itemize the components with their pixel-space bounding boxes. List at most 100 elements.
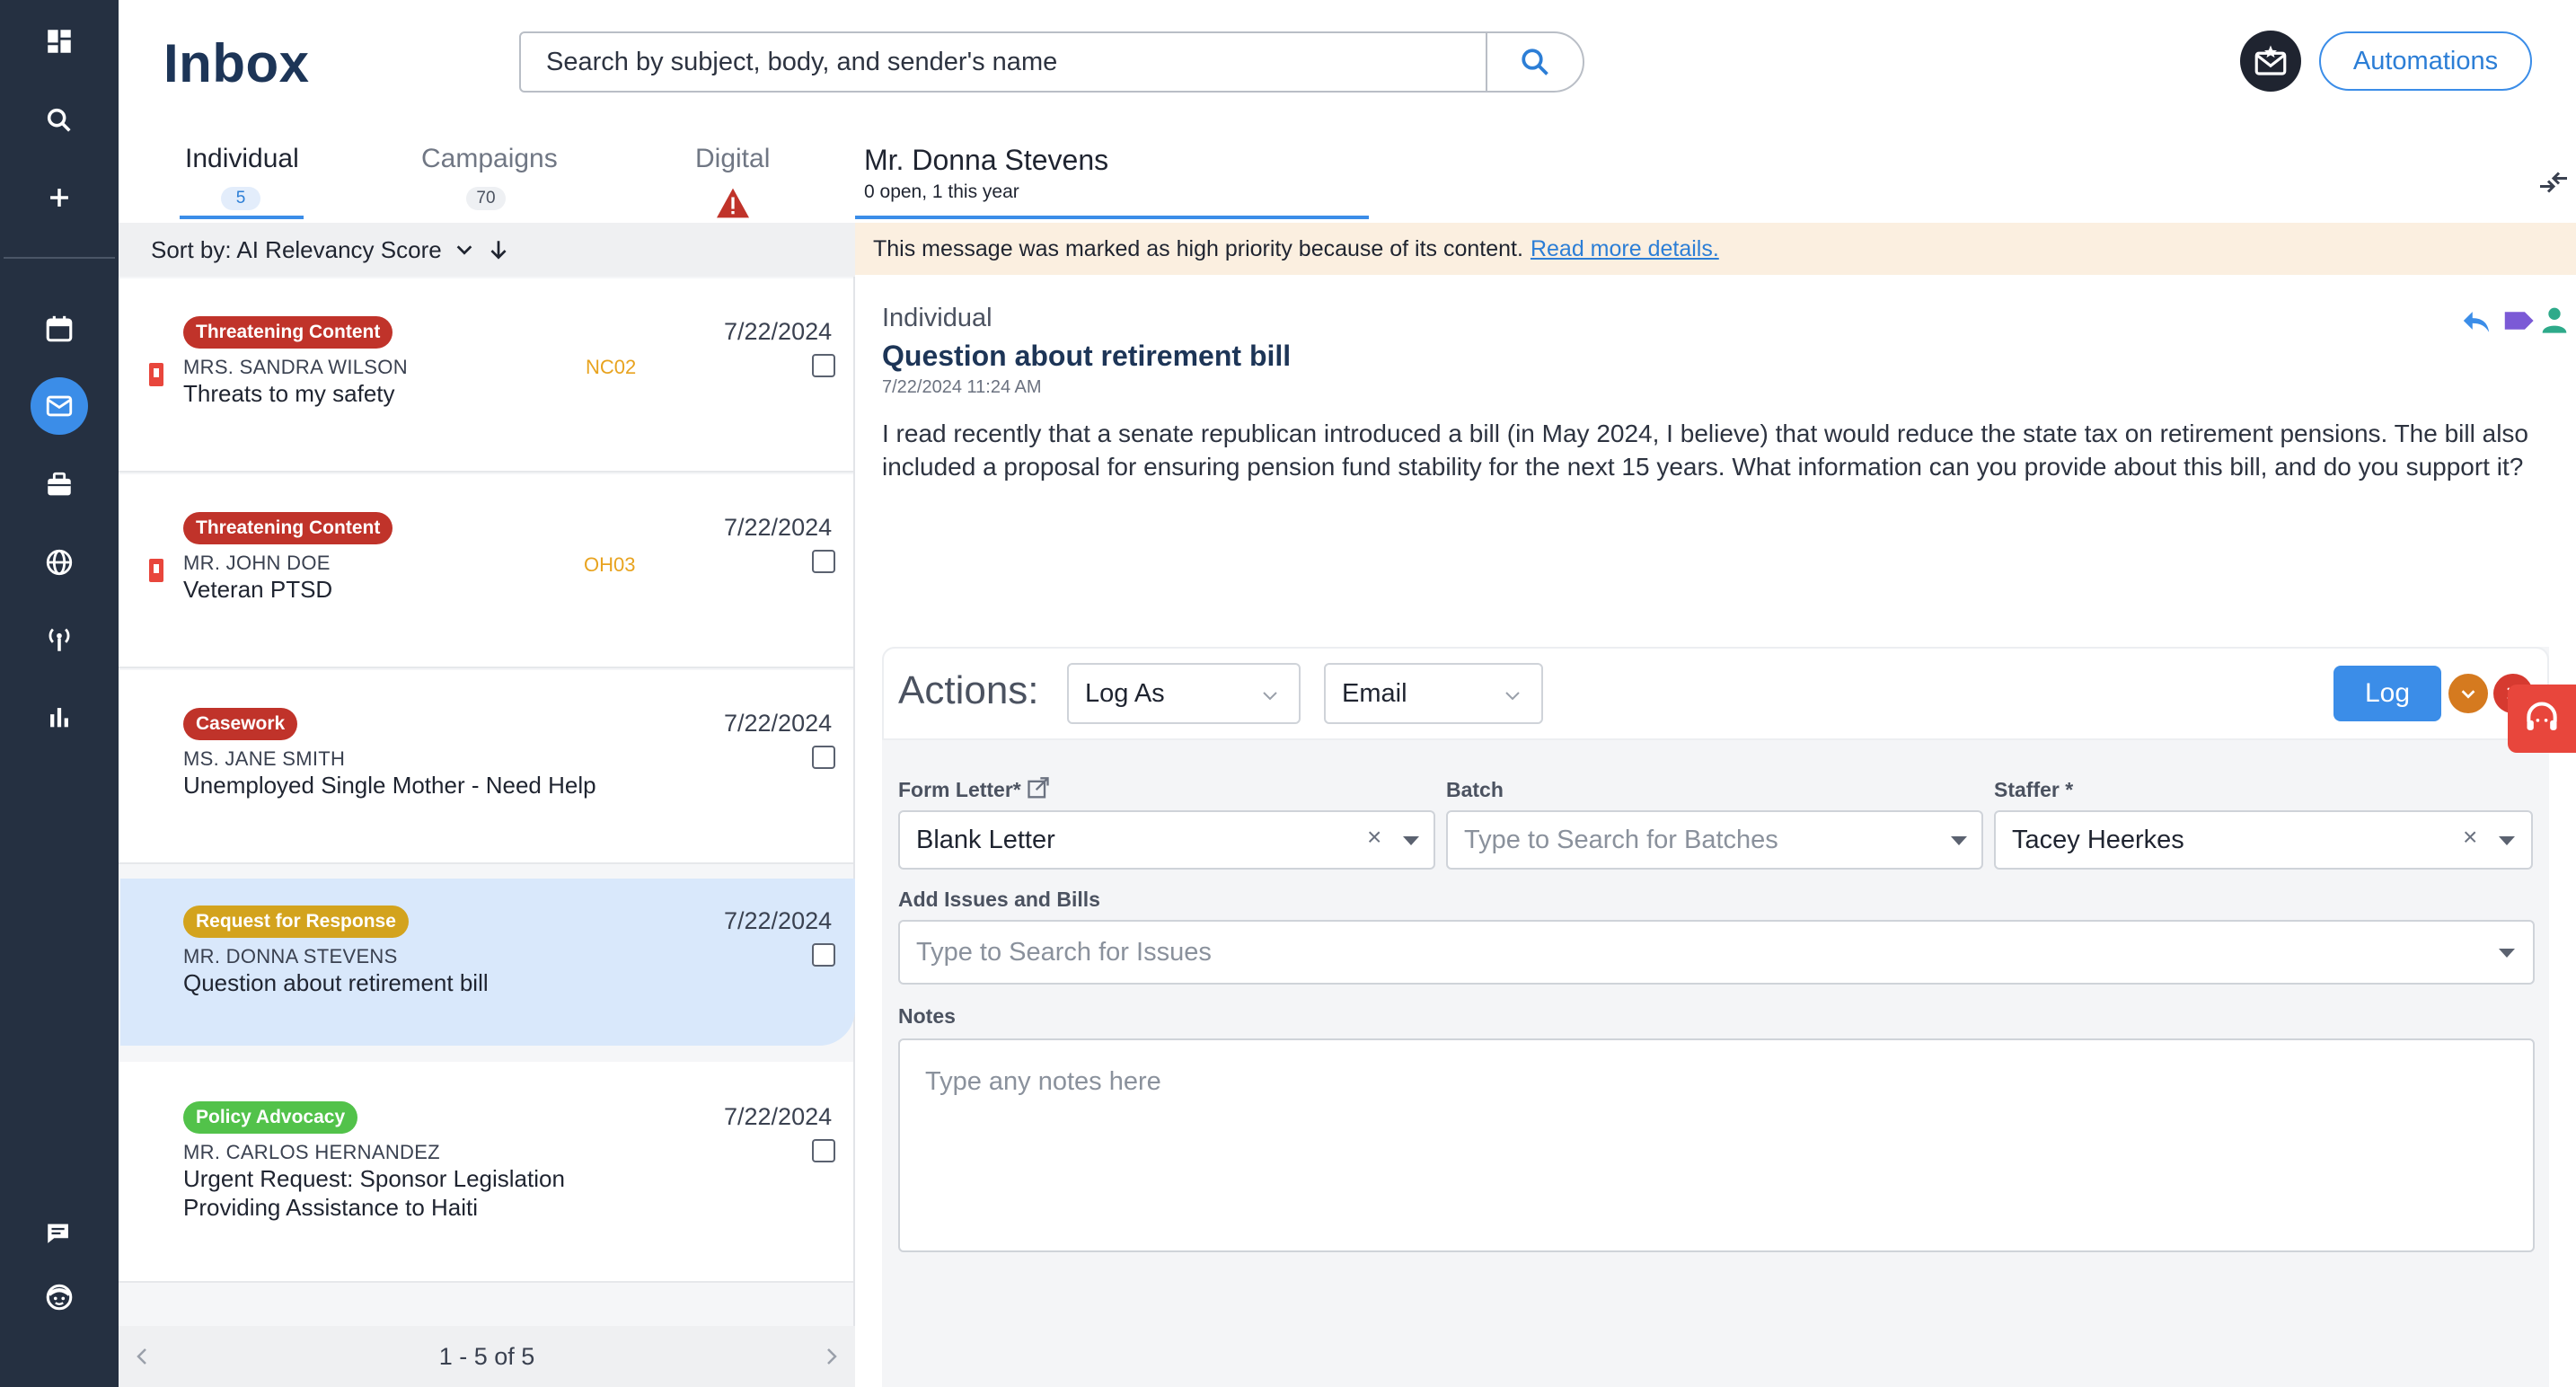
broadcast-antenna-icon[interactable] <box>31 611 88 668</box>
tag-badge: Threatening Content <box>183 512 393 544</box>
batch-label: Batch <box>1446 778 1504 801</box>
chevron-left-icon[interactable] <box>131 1346 153 1367</box>
dropdown-caret-icon[interactable] <box>1951 836 1967 845</box>
inbox-mail-icon[interactable] <box>31 377 88 435</box>
staffer-label: Staffer * <box>1994 778 2074 801</box>
message-subject: Urgent Request: Sponsor Legislation <box>183 1165 565 1192</box>
chevron-right-icon[interactable] <box>821 1346 842 1367</box>
message-list-item[interactable]: Casework MS. JANE SMITH Unemployed Singl… <box>119 670 853 864</box>
message-sender: MR. JOHN DOE <box>183 552 331 574</box>
message-checkbox[interactable] <box>812 943 835 967</box>
log-button[interactable]: Log <box>2333 666 2441 721</box>
message-list-item-selected[interactable]: Request for Response MR. DONNA STEVENS Q… <box>120 879 855 1046</box>
district-code: OH03 <box>584 553 636 576</box>
message-subject: Question about retirement bill <box>183 969 489 996</box>
search-placeholder: Search by subject, body, and sender's na… <box>546 47 1058 76</box>
chevron-down-icon <box>1505 692 1520 701</box>
message-date: 7/22/2024 <box>724 514 833 541</box>
channel-value: Email <box>1342 678 1407 708</box>
external-link-icon[interactable] <box>1026 776 1051 801</box>
message-subject: Threats to my safety <box>183 380 395 407</box>
staffer-value: Tacey Heerkes <box>2012 825 2184 854</box>
add-icon[interactable] <box>31 169 88 226</box>
log-as-select[interactable]: Log As <box>1067 663 1301 724</box>
staffer-select[interactable]: Tacey Heerkes <box>1994 810 2533 870</box>
globe-icon[interactable] <box>31 534 88 591</box>
message-sender: MRS. SANDRA WILSON <box>183 356 408 378</box>
message-subject: Veteran PTSD <box>183 576 333 603</box>
chevron-down-icon[interactable] <box>454 240 474 260</box>
sort-bar[interactable]: Sort by: AI Relevancy Score <box>119 223 855 277</box>
search-icon <box>1522 49 1548 75</box>
district-code: NC02 <box>586 356 637 378</box>
message-list-item[interactable]: Threatening Content MRS. SANDRA WILSON N… <box>119 278 853 473</box>
warning-icon <box>717 188 749 218</box>
dropdown-caret-icon[interactable] <box>2499 836 2515 845</box>
dropdown-caret-icon[interactable] <box>1403 836 1419 845</box>
message-body: I read recently that a senate republican… <box>882 420 2528 481</box>
dropdown-caret-icon[interactable] <box>2499 949 2515 958</box>
search-icon[interactable] <box>31 92 88 149</box>
search-input[interactable]: Search by subject, body, and sender's na… <box>519 31 1487 93</box>
clear-icon[interactable]: × <box>2463 823 2477 852</box>
priority-banner: This message was marked as high priority… <box>855 223 2576 275</box>
briefcase-icon[interactable] <box>31 456 88 514</box>
chevron-down-icon <box>1263 692 1277 701</box>
message-checkbox[interactable] <box>812 1139 835 1162</box>
contact-name[interactable]: Mr. Donna Stevens <box>864 144 1108 177</box>
tag-badge: Casework <box>183 708 298 740</box>
outreach-mail-icon[interactable] <box>2240 31 2301 92</box>
flag-icon <box>149 363 163 386</box>
chevron-down-icon <box>2461 690 2475 699</box>
chat-icon[interactable] <box>31 1206 88 1263</box>
tab-campaigns-count: 70 <box>466 187 506 210</box>
tab-digital[interactable]: Digital <box>695 144 770 174</box>
pagination-label: 1 - 5 of 5 <box>438 1342 535 1370</box>
message-checkbox[interactable] <box>812 354 835 377</box>
form-letter-select[interactable]: Blank Letter <box>898 810 1435 870</box>
message-checkbox[interactable] <box>812 550 835 573</box>
message-list-item[interactable]: Threatening Content MR. JOHN DOE OH03 Ve… <box>119 474 853 668</box>
tab-individual[interactable]: Individual <box>185 144 299 174</box>
profile-face-icon[interactable] <box>31 1268 88 1326</box>
expand-options-button[interactable] <box>2448 674 2488 713</box>
contact-summary: 0 open, 1 this year <box>864 181 1019 202</box>
support-help-tab[interactable] <box>2508 685 2576 753</box>
tab-campaigns[interactable]: Campaigns <box>421 144 558 174</box>
log-as-value: Log As <box>1085 678 1165 708</box>
read-more-link[interactable]: Read more details. <box>1531 236 1719 262</box>
tab-individual-count: 5 <box>221 187 260 210</box>
tab-active-underline <box>180 216 304 219</box>
collapse-arrows-icon[interactable] <box>2536 169 2571 196</box>
calendar-icon[interactable] <box>31 300 88 358</box>
tag-badge: Threatening Content <box>183 316 393 349</box>
message-list-item[interactable]: Policy Advocacy MR. CARLOS HERNANDEZ Urg… <box>119 1062 853 1283</box>
issues-select[interactable]: Type to Search for Issues <box>898 920 2535 985</box>
message-sender: MS. JANE SMITH <box>183 747 346 770</box>
message-checkbox[interactable] <box>812 746 835 769</box>
channel-select[interactable]: Email <box>1324 663 1543 724</box>
search-button[interactable] <box>1486 31 1584 93</box>
sort-direction-arrow-icon[interactable] <box>487 238 510 261</box>
contact-tab-underline <box>855 216 1369 219</box>
clear-icon[interactable]: × <box>1367 823 1381 852</box>
automations-button[interactable]: Automations <box>2319 31 2532 91</box>
message-date: 7/22/2024 <box>724 907 833 934</box>
assign-person-icon[interactable] <box>2540 305 2569 334</box>
batch-select[interactable]: Type to Search for Batches <box>1446 810 1983 870</box>
tag-label-icon[interactable] <box>2502 309 2535 332</box>
actions-label: Actions: <box>898 668 1039 712</box>
message-date: 7/22/2024 <box>724 1103 833 1130</box>
flag-icon <box>149 559 163 582</box>
sort-label[interactable]: Sort by: AI Relevancy Score <box>151 236 442 264</box>
reply-icon[interactable] <box>2461 307 2492 334</box>
analytics-bar-icon[interactable] <box>31 688 88 746</box>
page-title: Inbox <box>163 33 310 93</box>
tag-badge: Request for Response <box>183 906 409 938</box>
message-sender: MR. DONNA STEVENS <box>183 945 398 967</box>
dashboard-icon[interactable] <box>31 13 88 70</box>
notes-textarea[interactable]: Type any notes here <box>898 1038 2535 1252</box>
form-letter-label: Form Letter* <box>898 778 1021 801</box>
left-nav-rail <box>0 0 119 1387</box>
message-type: Individual <box>882 304 992 332</box>
